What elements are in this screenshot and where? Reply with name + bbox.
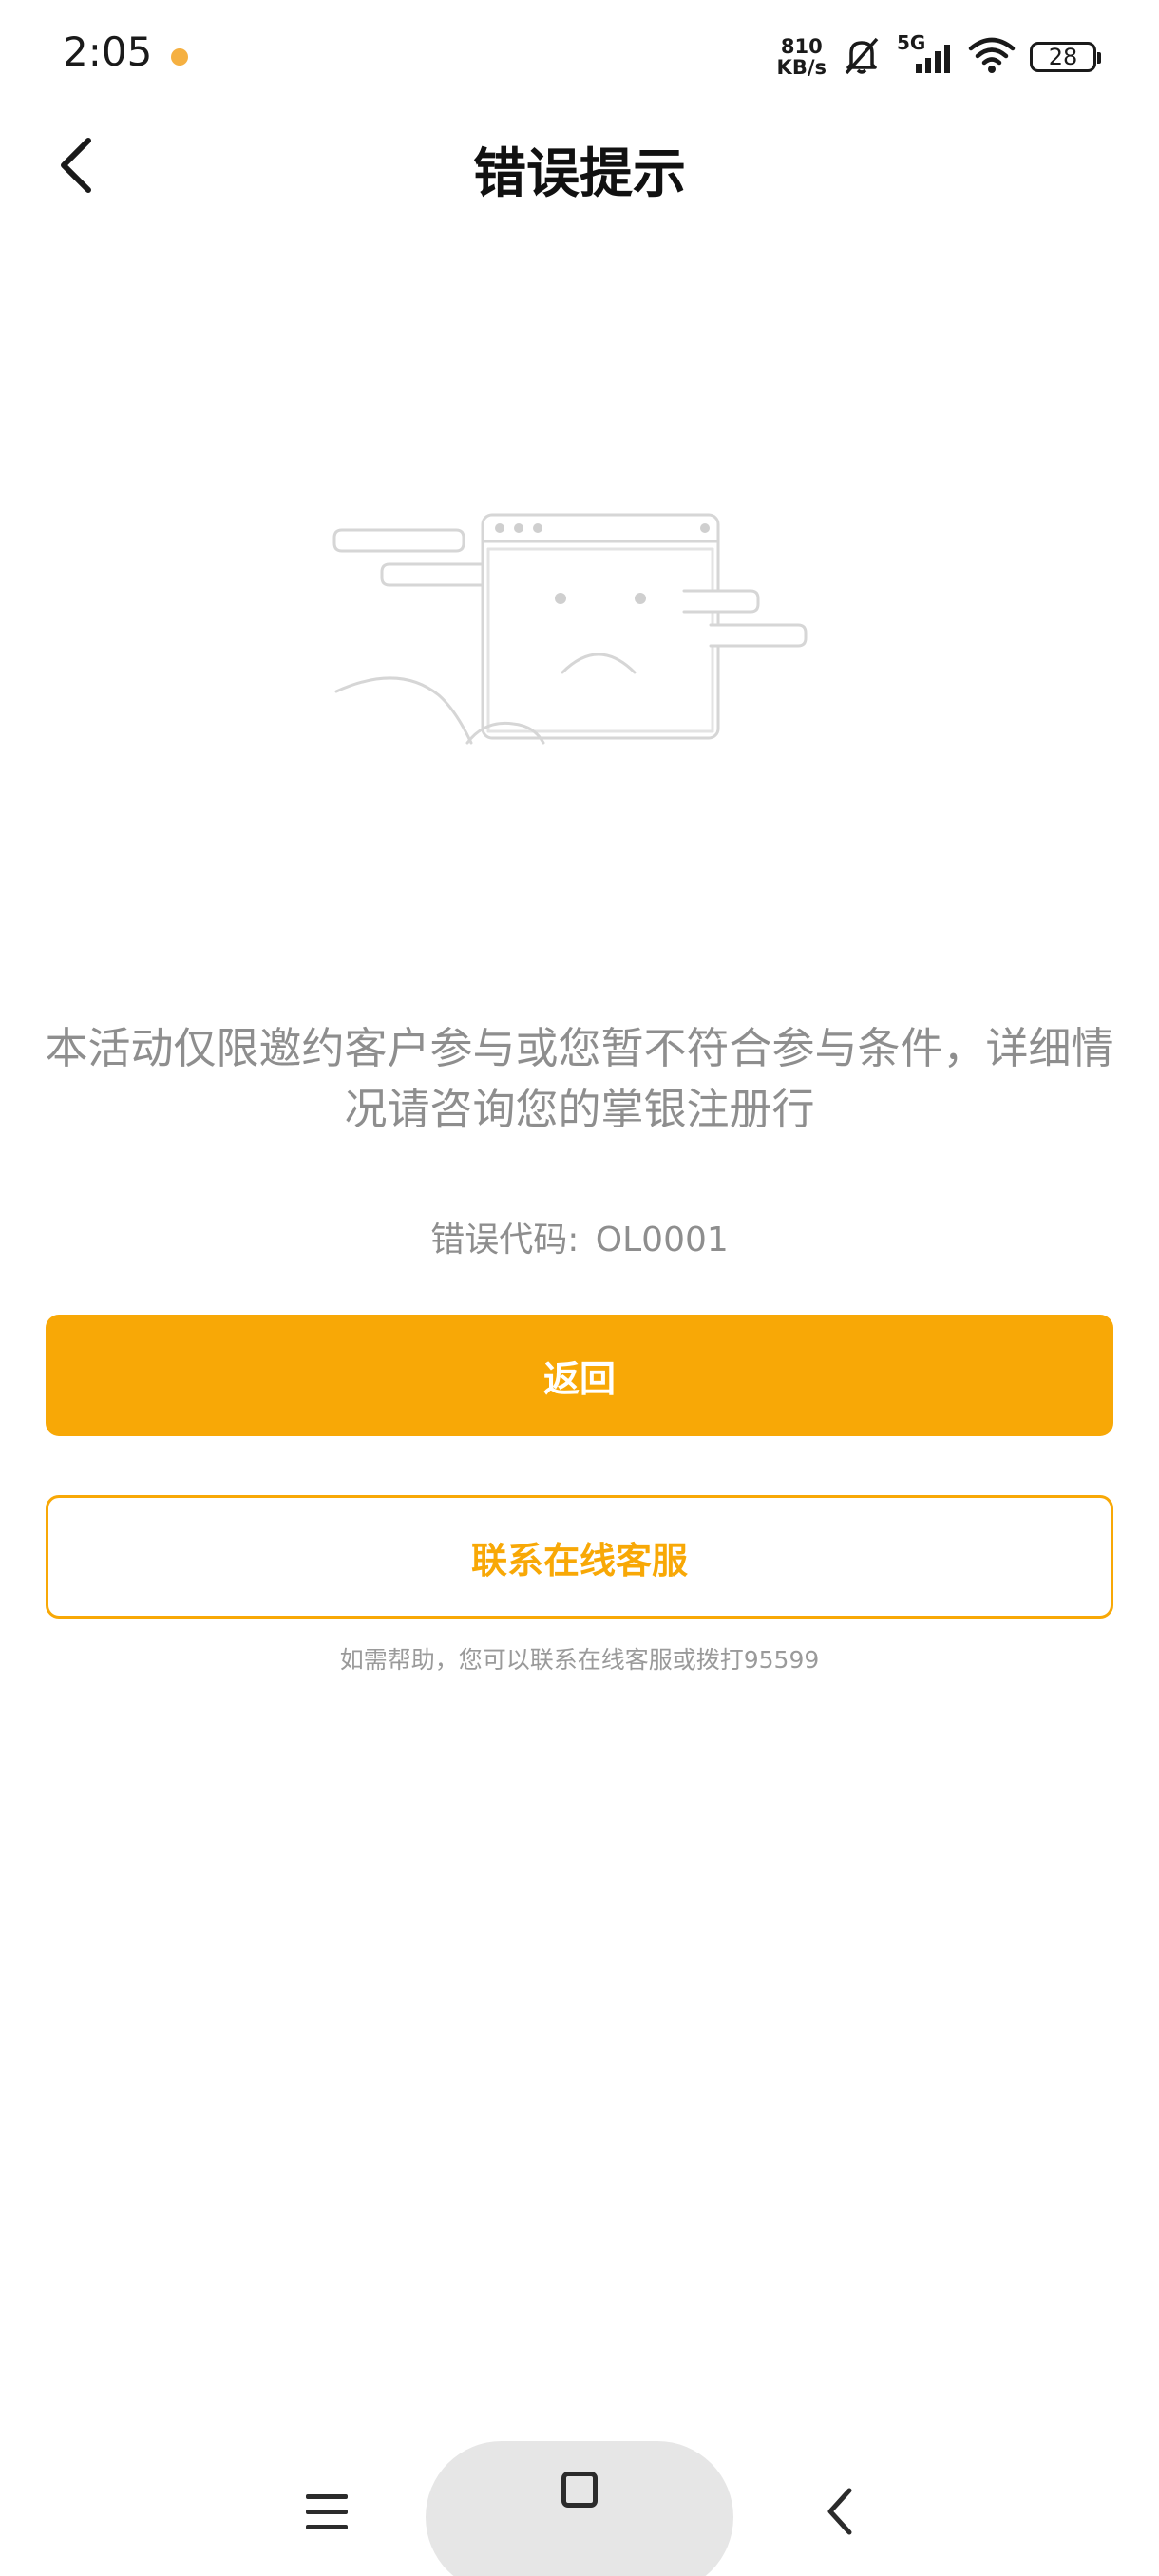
battery-level: 28 [1048,44,1078,70]
contact-support-button[interactable]: 联系在线客服 [46,1495,1113,1619]
bell-muted-icon [840,33,884,81]
error-code: 错误代码: OL0001 [0,1212,1159,1261]
system-nav-bar [0,2432,1159,2576]
nav-header: 错误提示 [0,114,1159,218]
net-speed-unit: KB/s [776,56,826,79]
error-message: 本活动仅限邀约客户参与或您暂不符合参与条件，详细情况请咨询您的掌银注册行 [45,1023,1114,1134]
return-button[interactable]: 返回 [46,1315,1113,1436]
sad-browser-window-illustration [323,494,836,760]
page-title: 错误提示 [473,143,686,205]
home-icon[interactable] [426,2441,733,2576]
net-speed-value: 810 [780,35,823,58]
notification-dot-icon [171,48,188,66]
status-time: 2:05 [63,28,153,75]
error-page: 2:05 810 KB/s 5G 28 错误提示 本活动仅限邀约客户参与或您暂不… [0,0,1159,2576]
cellular-signal-icon: 5G [897,31,954,79]
help-text: 如需帮助，您可以联系在线客服或拨打95599 [339,1646,820,1674]
status-icons: 810 KB/s 5G 28 [777,30,1101,84]
wifi-icon [967,33,1016,81]
network-speed: 810 KB/s [777,36,826,78]
battery-icon: 28 [1030,42,1101,72]
error-code-value: OL0001 [595,1221,729,1260]
back-icon[interactable] [808,2479,872,2544]
error-code-label: 错误代码: [430,1221,580,1260]
status-bar: 2:05 810 KB/s 5G 28 [0,0,1159,114]
menu-icon[interactable] [294,2479,359,2544]
